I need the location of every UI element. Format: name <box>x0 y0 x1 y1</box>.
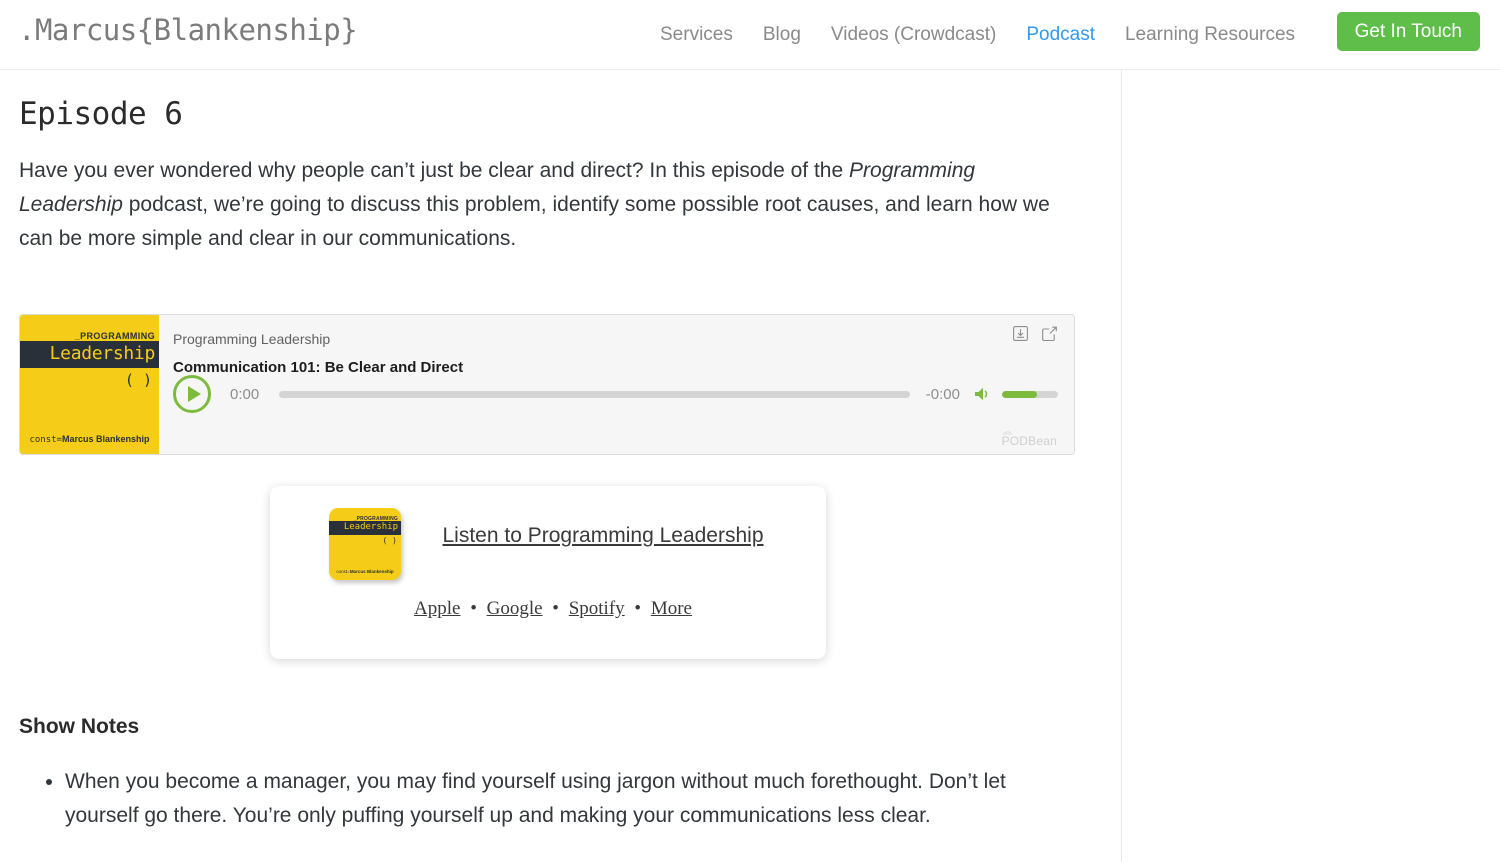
player-episode-title: Communication 101: Be Clear and Direct <box>173 359 1056 376</box>
listen-promo-card: _PROGRAMMING Leadership ( ) const=Marcus… <box>270 486 826 659</box>
listen-platform-links: Apple • Google • Spotify • More <box>270 598 826 620</box>
main-content: Episode 6 Have you ever wondered why peo… <box>0 70 1121 833</box>
listen-card-heading: Listen to Programming Leadership <box>270 524 826 548</box>
player-body: Programming Leadership Communication 101… <box>159 315 1074 454</box>
nav-item-services[interactable]: Services <box>645 24 748 46</box>
share-icon[interactable] <box>1041 325 1058 342</box>
player-action-icons <box>1012 325 1058 342</box>
episode-intro-paragraph: Have you ever wondered why people can’t … <box>19 154 1064 256</box>
intro-text-part-2: podcast, we’re going to discuss this pro… <box>19 193 1050 250</box>
podbean-logo-text: PODBean <box>1002 434 1057 448</box>
show-notes-list: When you become a manager, you may find … <box>19 765 1081 833</box>
listen-link-separator-2: • <box>552 598 559 619</box>
artwork-programming-label: _PROGRAMMING <box>75 331 155 341</box>
nav-item-podcast[interactable]: Podcast <box>1011 24 1110 46</box>
intro-text-part-1: Have you ever wondered why people can’t … <box>19 159 849 182</box>
podcast-player: _PROGRAMMING Leadership ( ) const=Marcus… <box>19 314 1075 455</box>
listen-artwork-credit-name: Marcus Blankenship <box>350 569 394 574</box>
list-item: When you become a manager, you may find … <box>65 765 1070 833</box>
artwork-credit-const: const= <box>29 435 62 445</box>
site-header: .Marcus{Blankenship} Services Blog Video… <box>0 0 1500 70</box>
main-navigation: Services Blog Videos (Crowdcast) Podcast… <box>645 0 1310 70</box>
volume-icon[interactable] <box>974 386 993 402</box>
volume-slider[interactable] <box>1002 391 1058 398</box>
listen-artwork-credit-const: const= <box>336 569 349 574</box>
nav-item-videos-crowdcast[interactable]: Videos (Crowdcast) <box>816 24 1011 46</box>
get-in-touch-button[interactable]: Get In Touch <box>1337 12 1480 51</box>
show-notes-heading: Show Notes <box>19 715 1081 739</box>
listen-link-google[interactable]: Google <box>487 598 543 619</box>
download-icon[interactable] <box>1012 325 1029 342</box>
progress-scrubber[interactable] <box>279 391 910 398</box>
listen-artwork-credit: const=Marcus Blankenship <box>329 569 401 574</box>
page-body: Episode 6 Have you ever wondered why peo… <box>0 70 1500 862</box>
listen-link-separator-3: • <box>634 598 641 619</box>
artwork-credit-name: Marcus Blankenship <box>62 434 150 444</box>
artwork-credit: const=Marcus Blankenship <box>20 434 159 445</box>
podbean-wifi-icon <box>1002 429 1013 436</box>
play-icon <box>188 386 201 402</box>
nav-item-blog[interactable]: Blog <box>748 24 816 46</box>
player-show-name: Programming Leadership <box>173 331 1056 347</box>
player-album-artwork: _PROGRAMMING Leadership ( ) const=Marcus… <box>20 315 159 454</box>
podbean-logo[interactable]: PODBean <box>1002 434 1057 448</box>
artwork-parens-label: ( ) <box>125 371 152 389</box>
play-button[interactable] <box>173 375 211 413</box>
artwork-leadership-label: Leadership <box>50 343 155 364</box>
volume-fill <box>1002 391 1037 398</box>
nav-item-learning-resources[interactable]: Learning Resources <box>1110 24 1310 46</box>
current-time-label: 0:00 <box>230 386 259 403</box>
remaining-time-label: -0:00 <box>926 386 960 403</box>
page-title: Episode 6 <box>19 96 1081 132</box>
listen-link-more[interactable]: More <box>651 598 692 619</box>
listen-link-apple[interactable]: Apple <box>414 598 460 619</box>
player-transport-controls: 0:00 -0:00 <box>173 375 1058 413</box>
listen-to-podcast-link[interactable]: Listen to Programming Leadership <box>442 524 763 547</box>
sidebar-empty <box>1122 70 1500 862</box>
site-logo[interactable]: .Marcus{Blankenship} <box>18 13 357 47</box>
listen-link-spotify[interactable]: Spotify <box>569 598 625 619</box>
listen-link-separator-1: • <box>470 598 477 619</box>
